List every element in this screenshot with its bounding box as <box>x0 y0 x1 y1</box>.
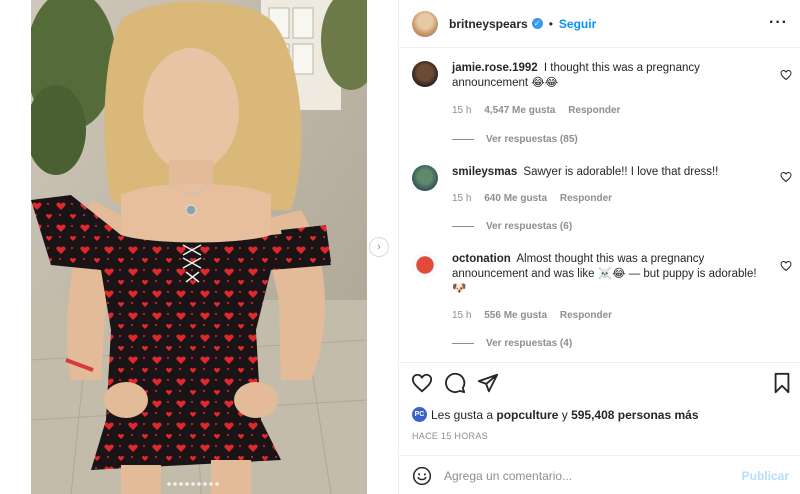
post-actions-bar <box>399 372 800 400</box>
comment-meta: 15 h 4,547 Me gusta Responder <box>452 105 630 116</box>
likes-prefix: Les gusta a <box>431 407 494 422</box>
comment-text-block: octonation Almost thought this was a pre… <box>452 252 772 297</box>
like-comment-heart-icon[interactable] <box>780 260 792 272</box>
reply-button[interactable]: Responder <box>568 105 620 116</box>
follow-button[interactable]: Seguir <box>559 17 596 31</box>
bookmark-save-icon[interactable] <box>771 372 793 394</box>
comment-likes[interactable]: 4,547 Me gusta <box>484 105 555 116</box>
view-replies-label: Ver respuestas (4) <box>486 338 573 349</box>
comment-meta: 15 h 640 Me gusta Responder <box>452 193 622 204</box>
replies-divider-line <box>452 226 474 227</box>
author-avatar[interactable] <box>412 10 438 37</box>
comment-meta: 15 h 556 Me gusta Responder <box>452 310 622 321</box>
publish-button[interactable]: Publicar <box>742 469 789 483</box>
share-send-icon[interactable] <box>477 372 499 394</box>
more-options-icon[interactable]: ··· <box>769 14 788 32</box>
comment-username[interactable]: smileysmas <box>452 166 517 178</box>
emoji-smiley-icon[interactable] <box>412 466 432 486</box>
author-username[interactable]: britneyspears <box>449 17 528 31</box>
post-photo[interactable] <box>31 0 367 494</box>
post-photo-illustration <box>31 0 367 494</box>
commenter-avatar[interactable] <box>412 252 438 278</box>
replies-divider-line <box>452 343 474 344</box>
comment-time: 15 h <box>452 310 472 321</box>
comment-username[interactable]: octonation <box>452 253 511 265</box>
comment-text-block: smileysmas Sawyer is adorable!! I love t… <box>452 165 772 180</box>
comment-text-block: jamie.rose.1992 I thought this was a pre… <box>452 61 772 91</box>
view-replies-label: Ver respuestas (6) <box>486 221 573 232</box>
next-photo-button[interactable]: › <box>369 237 389 257</box>
reply-button[interactable]: Responder <box>560 310 612 321</box>
view-replies-button[interactable]: Ver respuestas (4) <box>452 338 572 349</box>
chevron-right-icon: › <box>377 241 381 253</box>
comment-likes[interactable]: 556 Me gusta <box>484 310 547 321</box>
comment-username[interactable]: jamie.rose.1992 <box>452 62 538 74</box>
replies-divider-line <box>452 139 474 140</box>
post-timestamp[interactable]: HACE 15 HORAS <box>412 431 488 441</box>
header-separator: • <box>548 16 553 31</box>
comment-time: 15 h <box>452 193 472 204</box>
commenter-avatar[interactable] <box>412 165 438 191</box>
like-comment-heart-icon[interactable] <box>780 69 792 81</box>
comments-list[interactable]: jamie.rose.1992 I thought this was a pre… <box>399 48 800 363</box>
view-replies-button[interactable]: Ver respuestas (85) <box>452 134 578 145</box>
add-comment-bar: Publicar <box>399 455 800 494</box>
reply-button[interactable]: Responder <box>560 193 612 204</box>
like-comment-heart-icon[interactable] <box>780 171 792 183</box>
likes-middle: y <box>561 407 568 422</box>
likes-summary[interactable]: PC Les gusta a popculture y 595,408 pers… <box>412 407 699 422</box>
liker-username[interactable]: popculture <box>496 408 558 422</box>
post-header: britneyspears ✓ • Seguir ··· <box>399 0 800 48</box>
comment-text: Sawyer is adorable!! I love that dress!! <box>523 166 719 178</box>
verified-badge-icon: ✓ <box>531 18 543 29</box>
commenter-avatar[interactable] <box>412 61 438 87</box>
view-replies-button[interactable]: Ver respuestas (6) <box>452 221 572 232</box>
comment-input[interactable] <box>444 465 734 487</box>
comment-time: 15 h <box>452 105 472 116</box>
comment-bubble-icon[interactable] <box>444 372 466 394</box>
view-replies-label: Ver respuestas (85) <box>486 134 578 145</box>
like-heart-icon[interactable] <box>411 372 433 394</box>
liker-avatar[interactable]: PC <box>412 407 427 422</box>
post-side-panel: britneyspears ✓ • Seguir ··· jamie.rose.… <box>398 0 800 494</box>
comment-likes[interactable]: 640 Me gusta <box>484 193 547 204</box>
likes-count[interactable]: 595,408 personas más <box>571 408 698 422</box>
